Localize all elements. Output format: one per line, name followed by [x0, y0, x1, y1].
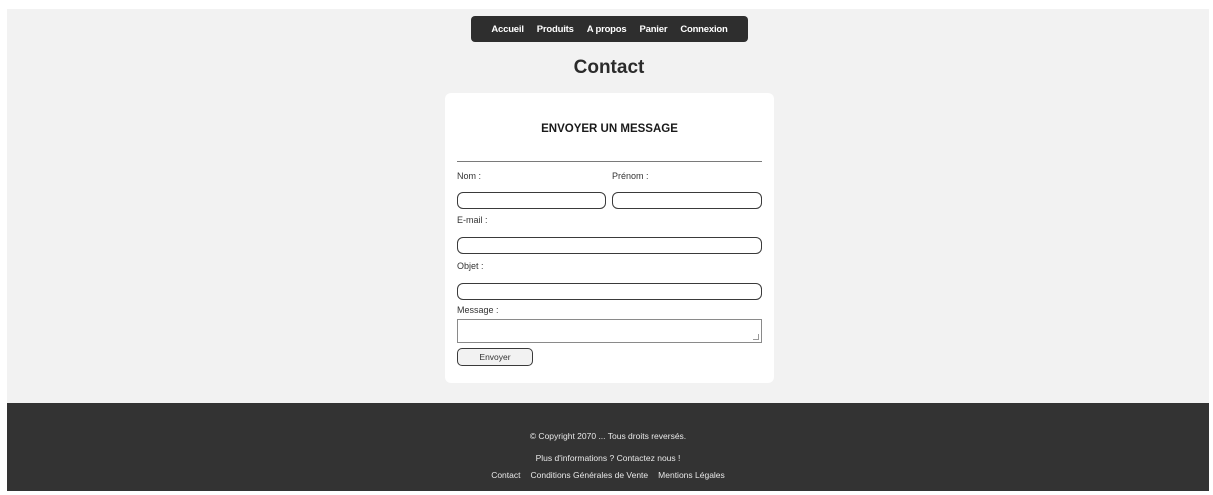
email-input[interactable]: [457, 237, 762, 254]
email-label: E-mail :: [457, 215, 488, 225]
nav-item-panier[interactable]: Panier: [639, 24, 667, 35]
form-heading: ENVOYER UN MESSAGE: [541, 123, 678, 135]
prenom-input[interactable]: [612, 192, 762, 209]
form-divider: [457, 161, 762, 162]
resize-grip-icon[interactable]: [753, 334, 759, 340]
footer-info: Plus d'informations ? Contactez nous !: [535, 453, 681, 463]
page-footer: © Copyright 2070 ... Tous droits reversé…: [7, 403, 1209, 491]
nav-item-connexion[interactable]: Connexion: [680, 24, 727, 35]
nav-item-produits[interactable]: Produits: [537, 24, 574, 35]
message-textarea[interactable]: [457, 319, 762, 343]
page-title: Contact: [573, 57, 645, 78]
message-label: Message :: [457, 305, 499, 315]
nom-label: Nom :: [457, 171, 482, 181]
prenom-label: Prénom :: [612, 171, 649, 181]
objet-input[interactable]: [457, 283, 762, 300]
footer-copyright: © Copyright 2070 ... Tous droits reversé…: [529, 431, 687, 441]
contact-form-card: ENVOYER UN MESSAGE Nom : Prénom : E-mail…: [445, 93, 774, 383]
footer-link-cgv[interactable]: Conditions Générales de Vente: [530, 470, 648, 480]
nom-input[interactable]: [457, 192, 606, 209]
envoyer-button[interactable]: Envoyer: [457, 348, 533, 366]
nav-item-accueil[interactable]: Accueil: [491, 24, 524, 35]
footer-links: Contact Conditions Générales de Vente Me…: [7, 470, 1209, 480]
footer-link-mentions-legales[interactable]: Mentions Légales: [658, 470, 725, 480]
top-navbar: Accueil Produits A propos Panier Connexi…: [471, 16, 748, 42]
nav-item-a-propos[interactable]: A propos: [587, 24, 627, 35]
footer-link-contact[interactable]: Contact: [491, 470, 520, 480]
objet-label: Objet :: [457, 261, 484, 271]
